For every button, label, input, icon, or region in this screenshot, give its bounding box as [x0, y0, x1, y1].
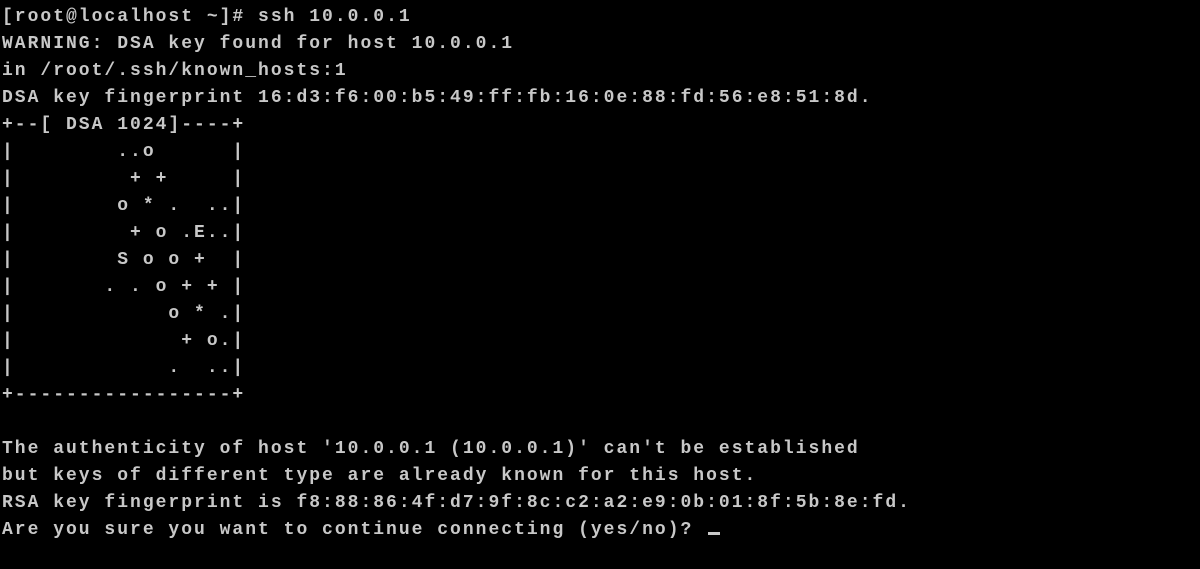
- dsa-fingerprint: DSA key fingerprint 16:d3:f6:00:b5:49:ff…: [2, 88, 873, 108]
- authenticity-line-2: but keys of different type are already k…: [2, 466, 757, 486]
- randomart-row: | + o .E..|: [2, 223, 245, 243]
- randomart-row: | S o o + |: [2, 250, 245, 270]
- rsa-fingerprint: RSA key fingerprint is f8:88:86:4f:d7:9f…: [2, 493, 911, 513]
- known-hosts-line: in /root/.ssh/known_hosts:1: [2, 61, 348, 81]
- randomart-row: | . . o + + |: [2, 277, 245, 297]
- cursor-icon: [708, 532, 720, 535]
- randomart-row: | o * . ..|: [2, 196, 245, 216]
- randomart-top: +--[ DSA 1024]----+: [2, 115, 245, 135]
- ssh-warning: WARNING: DSA key found for host 10.0.0.1: [2, 34, 514, 54]
- randomart-row: | . ..|: [2, 358, 245, 378]
- shell-prompt: [root@localhost ~]#: [2, 7, 258, 27]
- confirm-prompt[interactable]: Are you sure you want to continue connec…: [2, 520, 706, 540]
- terminal-window[interactable]: [root@localhost ~]# ssh 10.0.0.1 WARNING…: [0, 0, 1200, 544]
- randomart-row: | ..o |: [2, 142, 245, 162]
- command-input: ssh 10.0.0.1: [258, 7, 412, 27]
- randomart-row: | + o.|: [2, 331, 245, 351]
- randomart-bottom: +-----------------+: [2, 385, 245, 405]
- randomart-row: | + + |: [2, 169, 245, 189]
- randomart-row: | o * .|: [2, 304, 245, 324]
- authenticity-line-1: The authenticity of host '10.0.0.1 (10.0…: [2, 439, 860, 459]
